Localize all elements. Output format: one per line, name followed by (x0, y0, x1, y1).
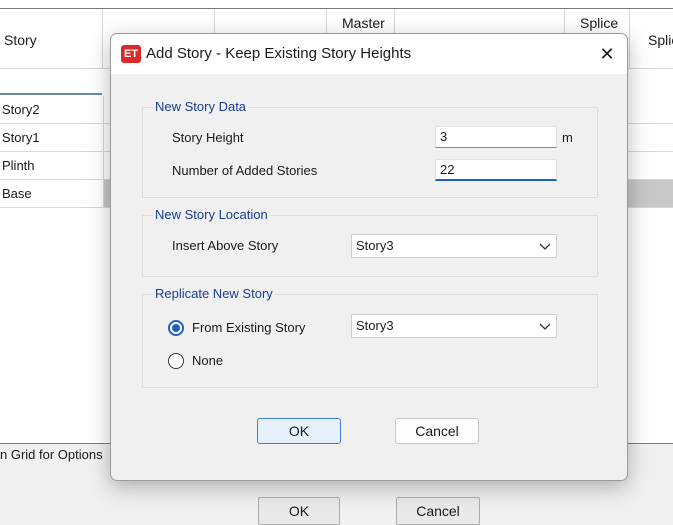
header-splice-2-label: Splic (648, 32, 673, 48)
chevron-down-icon (539, 243, 551, 250)
background-cancel-button[interactable]: Cancel (396, 497, 480, 525)
selected-header-underline (0, 69, 102, 95)
row-story-name: Base (2, 186, 32, 201)
add-story-dialog: ET Add Story - Keep Existing Story Heigh… (110, 33, 628, 481)
none-label[interactable]: None (192, 353, 223, 368)
group-title-new-story-location: New Story Location (153, 207, 270, 222)
close-icon: ✕ (599, 44, 615, 64)
from-existing-select[interactable]: Story3 (351, 314, 557, 338)
background-top-strip (0, 0, 673, 9)
close-button[interactable]: ✕ (589, 38, 625, 70)
story-height-label: Story Height (172, 130, 244, 145)
header-story-label: Story (4, 32, 37, 48)
header-story[interactable]: Story (0, 9, 103, 69)
cancel-button[interactable]: Cancel (395, 418, 479, 444)
insert-above-value: Story3 (356, 238, 394, 253)
insert-above-label: Insert Above Story (172, 238, 279, 253)
group-replicate-new-story: Replicate New Story From Existing Story … (142, 286, 598, 388)
dialog-title: Add Story - Keep Existing Story Heights (146, 45, 412, 62)
etabs-app-icon: ET (121, 45, 141, 63)
status-hint-text: n Grid for Options (0, 447, 103, 462)
group-new-story-location: New Story Location Insert Above Story St… (142, 207, 598, 277)
story-height-unit: m (562, 130, 573, 145)
from-existing-value: Story3 (356, 318, 394, 333)
group-new-story-data: New Story Data Story Height 3 m Number o… (142, 99, 598, 198)
background-ok-button[interactable]: OK (258, 497, 340, 525)
group-title-new-story-data: New Story Data (153, 99, 249, 114)
row-story-name: Story2 (2, 102, 40, 117)
row-story-name: Plinth (2, 158, 35, 173)
dialog-titlebar[interactable]: ET Add Story - Keep Existing Story Heigh… (111, 34, 627, 74)
status-hint: n Grid for Options (0, 445, 110, 467)
chevron-down-icon (539, 323, 551, 330)
header-splice-label: Splice (580, 15, 619, 31)
group-title-replicate-new-story: Replicate New Story (153, 286, 275, 301)
from-existing-radio[interactable] (168, 320, 184, 336)
added-stories-input[interactable]: 22 (435, 159, 557, 181)
from-existing-label[interactable]: From Existing Story (192, 320, 305, 335)
header-master-label: Master (342, 15, 385, 31)
header-splice-2[interactable]: Splic (630, 9, 673, 69)
none-radio[interactable] (168, 353, 184, 369)
ok-button[interactable]: OK (257, 418, 341, 444)
added-stories-label: Number of Added Stories (172, 163, 318, 178)
row-story-name: Story1 (2, 130, 40, 145)
insert-above-select[interactable]: Story3 (351, 234, 557, 258)
story-height-input[interactable]: 3 (435, 126, 557, 148)
